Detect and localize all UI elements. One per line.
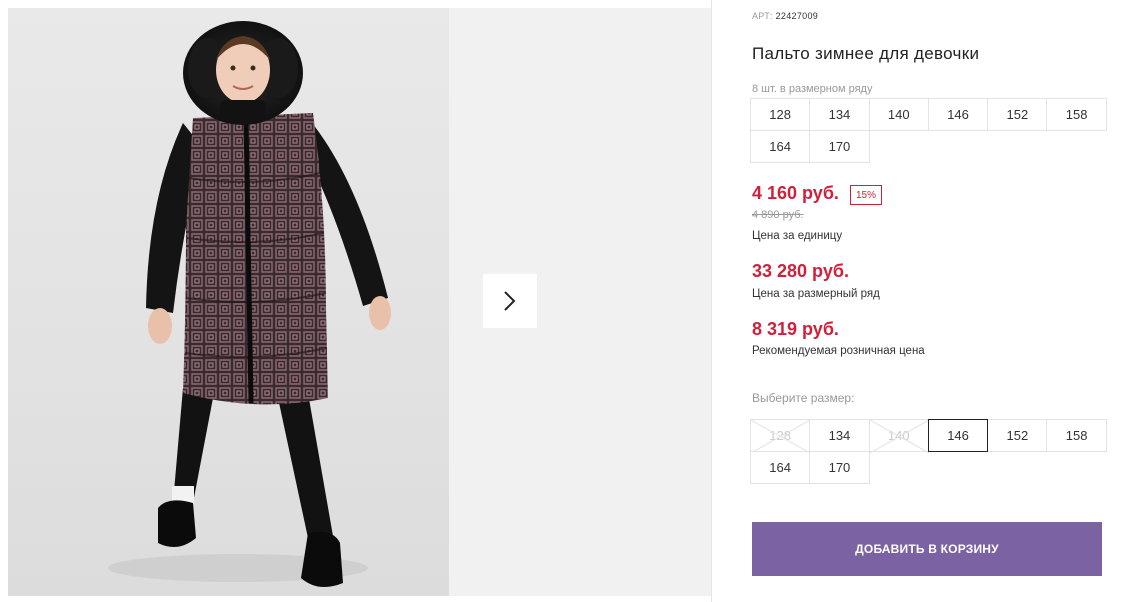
choose-size-label: Выберите размер: [752,391,855,405]
product-image [8,8,449,596]
old-price: 4 890 руб. [752,209,804,221]
size-option[interactable]: 164 [750,451,811,484]
size-option-label: 164 [769,460,791,475]
row-price-label: Цена за размерный ряд [752,288,880,300]
size-row-count: 8 шт. в размерном ряду [752,83,873,95]
next-image-button[interactable] [483,274,537,328]
chevron-right-icon [504,291,516,311]
size-option[interactable]: 158 [1046,419,1107,452]
size-option-label: 170 [828,460,851,475]
article-label: АРТ: [752,11,773,21]
size-option-label: 134 [828,428,851,443]
product-photo-illustration [108,21,391,587]
unit-price: 4 160 руб. [752,183,839,203]
unavailable-cross-icon [751,420,810,453]
size-option-label: 152 [1006,428,1029,443]
article-number: АРТ: 22427009 [752,11,818,21]
size-row-item: 140 [868,98,929,131]
add-to-cart-button[interactable]: ДОБАВИТЬ В КОРЗИНУ [752,522,1102,576]
size-row-item: 134 [809,98,870,131]
retail-price-label: Рекомендуемая розничная цена [752,345,925,357]
unavailable-cross-icon [869,420,929,453]
size-option-disabled: 140 [868,419,929,453]
size-option-label: 146 [947,428,969,443]
size-option[interactable]: 170 [809,451,870,484]
row-price: 33 280 руб. [752,261,849,281]
size-row-item: 164 [750,130,811,163]
size-option[interactable]: 134 [809,419,870,452]
retail-price: 8 319 руб. [752,319,839,339]
size-row-item: 158 [1046,98,1107,131]
size-option[interactable]: 152 [987,419,1048,452]
size-option-selected[interactable]: 146 [927,419,989,452]
size-option-disabled: 128 [750,419,811,453]
product-title: Пальто зимнее для девочки [752,44,980,63]
size-row-item: 146 [927,98,989,131]
size-picker: 128 134 140 146 152 158 164 170 [750,419,1107,484]
size-option-label: 158 [1065,428,1088,443]
size-row-item: 152 [987,98,1048,131]
column-divider [711,0,712,602]
article-value: 22427009 [775,11,819,21]
size-row-item: 170 [809,130,870,163]
size-row-item: 128 [750,98,811,131]
size-row-grid: 128 134 140 146 152 158 164 170 [750,98,1107,163]
discount-badge: 15% [850,185,882,205]
unit-price-label: Цена за единицу [752,230,843,242]
